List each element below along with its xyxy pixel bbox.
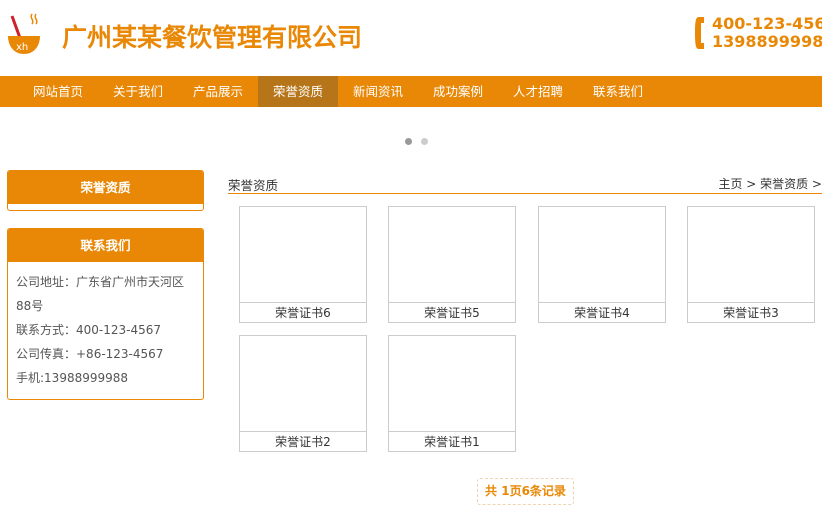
contact-fax: 公司传真：+86-123-4567 [16, 347, 164, 361]
nav-contact[interactable]: 联系我们 [578, 76, 658, 107]
slider-dot[interactable] [421, 138, 428, 145]
certificate-image[interactable] [240, 336, 366, 432]
certificate-card[interactable]: 荣誉证书2 [239, 335, 367, 452]
certificate-card[interactable]: 荣誉证书4 [538, 206, 666, 323]
certificate-card[interactable]: 荣誉证书3 [687, 206, 815, 323]
nav-news[interactable]: 新闻资讯 [338, 76, 418, 107]
brand-name: 广州某某餐饮管理有限公司 [62, 23, 363, 52]
certificate-image[interactable] [539, 207, 665, 303]
category-box: 荣誉资质 [7, 170, 204, 211]
nav-jobs[interactable]: 人才招聘 [498, 76, 578, 107]
nav-home[interactable]: 网站首页 [18, 76, 98, 107]
phone-number: 400-123-4567 [712, 14, 822, 33]
certificate-image[interactable] [389, 207, 515, 303]
category-title: 荣誉资质 [8, 171, 203, 204]
certificate-label[interactable]: 荣誉证书1 [389, 432, 515, 452]
contact-address: 公司地址：广东省广州市天河区88号 [16, 275, 185, 313]
slider-dot-active[interactable] [405, 138, 412, 145]
phone-icon [695, 17, 704, 49]
contact-title: 联系我们 [8, 229, 203, 262]
certificate-card[interactable]: 荣誉证书5 [388, 206, 516, 323]
certificate-image[interactable] [389, 336, 515, 432]
pagination-info: 共 1页6条记录 [477, 478, 574, 505]
certificate-card[interactable]: 荣誉证书6 [239, 206, 367, 323]
contact-mobile: 手机:13988999988 [16, 371, 129, 385]
main-nav: 网站首页 关于我们 产品展示 荣誉资质 新闻资讯 成功案例 人才招聘 联系我们 [0, 76, 822, 107]
breadcrumb[interactable]: 主页 > 荣誉资质 > [718, 175, 822, 192]
certificate-label[interactable]: 荣誉证书2 [240, 432, 366, 452]
certificate-label[interactable]: 荣誉证书3 [688, 303, 814, 323]
certificate-label[interactable]: 荣誉证书6 [240, 303, 366, 323]
section-title: 荣誉资质 [228, 178, 279, 193]
nav-cases[interactable]: 成功案例 [418, 76, 498, 107]
svg-text:xh: xh [16, 42, 28, 53]
section-header: 荣誉资质 主页 > 荣誉资质 > [228, 175, 822, 194]
certificate-image[interactable] [688, 207, 814, 303]
nav-honors[interactable]: 荣誉资质 [258, 76, 338, 107]
nav-products[interactable]: 产品展示 [178, 76, 258, 107]
logo-icon: xh [8, 13, 40, 54]
certificate-label[interactable]: 荣誉证书5 [389, 303, 515, 323]
certificate-label[interactable]: 荣誉证书4 [539, 303, 665, 323]
nav-about[interactable]: 关于我们 [98, 76, 178, 107]
contact-phone: 联系方式：400-123-4567 [16, 323, 162, 337]
certificate-card[interactable]: 荣誉证书1 [388, 335, 516, 452]
contact-box: 联系我们 公司地址：广东省广州市天河区88号 联系方式：400-123-4567… [7, 228, 204, 400]
certificate-image[interactable] [240, 207, 366, 303]
mobile-number: 13988999988 [712, 32, 822, 51]
